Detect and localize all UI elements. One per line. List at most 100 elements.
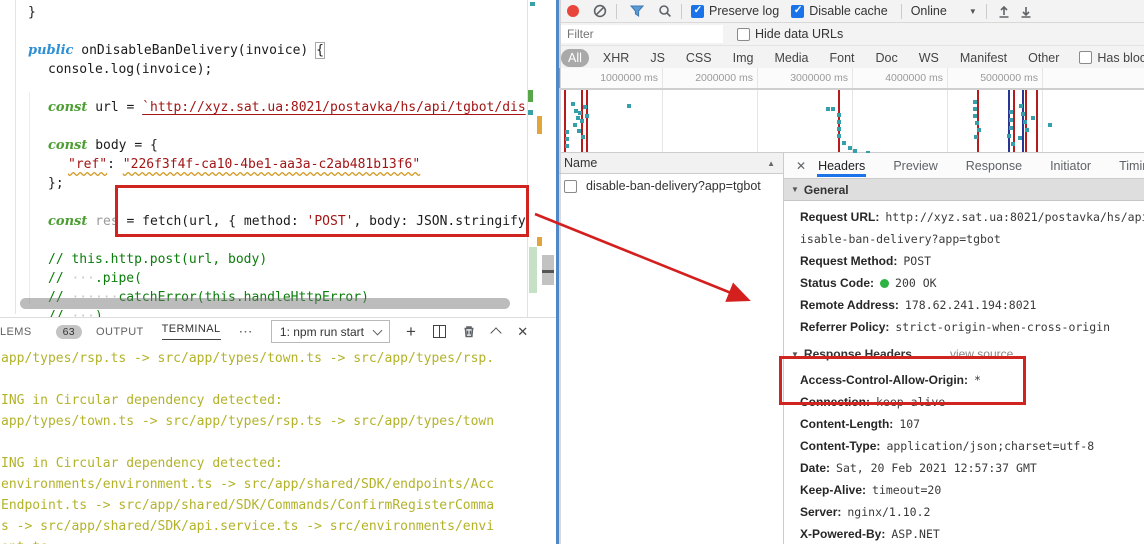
throttling-dropdown[interactable]: Online ▼ (911, 4, 977, 18)
timeline-event-line (1036, 90, 1038, 152)
tab-initiator[interactable]: Initiator (1049, 155, 1092, 176)
timeline-gridline (757, 90, 758, 152)
code-line: "ref": "226f3f4f-ca10-4be1-aa3a-c2ab481b… (68, 157, 421, 172)
close-panel-icon[interactable]: ✕ (517, 324, 528, 340)
header-kv-row: Server: nginx/1.10.2 (800, 501, 1144, 523)
disable-cache-checkbox[interactable] (791, 4, 805, 18)
timeline-request-dot (1009, 110, 1013, 114)
header-value: keep-alive (876, 395, 946, 409)
maximize-panel-icon[interactable] (490, 326, 502, 339)
terminal-selector-dropdown[interactable]: 1: npm run start (270, 320, 390, 343)
name-column-header[interactable]: Name ▲ (556, 153, 783, 174)
split-terminal-icon[interactable] (433, 325, 447, 338)
timeline-request-dot (837, 127, 841, 131)
timeline-tick-label: 2000000 ms (695, 72, 753, 84)
search-icon[interactable] (658, 4, 672, 18)
header-kv-row: Request Method: POST (800, 250, 1144, 272)
header-value: timeout=20 (872, 483, 942, 497)
network-filter-row: Hide data URLs (561, 23, 1144, 45)
header-kv-row: Keep-Alive: timeout=20 (800, 479, 1144, 501)
timeline-request-dot (977, 128, 981, 132)
filter-pill-media[interactable]: Media (767, 49, 815, 67)
terminal-line: s -> src/app/shared/SDK/api.service.ts -… (1, 519, 495, 534)
header-key: Status Code: (800, 276, 875, 290)
filter-funnel-icon[interactable] (630, 5, 644, 17)
view-source-link[interactable]: view source (950, 347, 1013, 361)
code-line: public onDisableBanDelivery(invoice) { (28, 42, 325, 59)
header-key: Content-Type: (800, 439, 881, 453)
window-edge-shadow (559, 0, 561, 544)
filter-pill-img[interactable]: Img (726, 49, 761, 67)
timeline-request-dot (1048, 123, 1052, 127)
hide-data-urls-label: Hide data URLs (755, 27, 844, 41)
terminal-output[interactable]: app/types/rsp.ts -> src/app/types/town.t… (1, 348, 494, 544)
filter-pill-manifest[interactable]: Manifest (953, 49, 1014, 67)
filter-pill-doc[interactable]: Doc (869, 49, 905, 67)
tab-problems[interactable]: LEMS (0, 326, 32, 338)
has-blocked-cookies-checkbox[interactable] (1079, 51, 1093, 64)
header-key: Content-Length: (800, 417, 894, 431)
tab-response[interactable]: Response (965, 155, 1023, 176)
code-area[interactable]: } public onDisableBanDelivery(invoice) {c… (0, 0, 528, 317)
disable-cache-label: Disable cache (809, 4, 888, 18)
ruler-mark (537, 116, 542, 134)
panel-tab-bar: LEMS 63 OUTPUT TERMINAL ⋯ 1: npm run sta… (0, 318, 556, 345)
overview-ruler[interactable] (527, 0, 556, 317)
timeline-request-dot (565, 137, 569, 141)
response-headers-section-header[interactable]: ▼ Response Headers view source (784, 347, 1144, 361)
filter-pill-font[interactable]: Font (823, 49, 862, 67)
header-kv-row: isable-ban-delivery?app=tgbot (800, 228, 1144, 250)
record-icon[interactable] (567, 5, 579, 17)
filter-pill-all[interactable]: All (561, 48, 589, 67)
header-key: Keep-Alive: (800, 483, 867, 497)
horizontal-scrollbar[interactable] (20, 298, 510, 309)
tab-timing[interactable]: Timing (1118, 155, 1144, 176)
import-har-icon[interactable] (998, 5, 1010, 18)
timeline-gridline (947, 90, 948, 152)
timeline-request-dot (974, 135, 978, 139)
status-green-dot (880, 279, 890, 288)
timeline-request-dot (583, 105, 587, 109)
preserve-log-checkbox[interactable] (691, 4, 704, 18)
request-row[interactable]: disable-ban-delivery?app=tgbot (556, 174, 783, 198)
header-kv-row: Access-Control-Allow-Origin: * (800, 369, 1144, 391)
filter-pill-ws[interactable]: WS (912, 49, 946, 67)
close-detail-icon[interactable]: ✕ (796, 159, 806, 173)
header-value: http://xyz.sat.ua:8021/postavka/hs/api/t… (885, 210, 1144, 224)
tab-output[interactable]: OUTPUT (96, 326, 144, 338)
tab-preview[interactable]: Preview (892, 155, 938, 176)
timeline-request-dot (837, 113, 841, 117)
request-row-checkbox[interactable] (564, 179, 577, 193)
timeline-overview[interactable] (561, 90, 1144, 155)
hide-data-urls-checkbox[interactable] (737, 27, 750, 41)
detail-tab-bar: ✕ Headers Preview Response Initiator Timing (784, 153, 1144, 179)
timeline-request-dot (1009, 118, 1013, 122)
terminal-line: ING in Circular dependency detected: (1, 393, 283, 408)
code-line: } (28, 5, 36, 20)
more-actions-icon[interactable]: ⋯ (239, 323, 253, 340)
header-key: Remote Address: (800, 298, 899, 312)
general-section-header[interactable]: ▼ General (784, 179, 1144, 201)
ruler-mark (530, 2, 535, 6)
filter-input[interactable] (561, 25, 723, 43)
timeline-request-dot (1021, 112, 1025, 116)
timeline-request-dot (581, 135, 585, 139)
timeline-request-dot (573, 123, 577, 127)
timeline-request-dot (826, 107, 830, 111)
filter-pill-css[interactable]: CSS (679, 49, 719, 67)
filter-pill-other[interactable]: Other (1021, 49, 1066, 67)
kill-terminal-icon[interactable] (463, 325, 475, 338)
filter-pill-xhr[interactable]: XHR (596, 49, 636, 67)
tab-terminal[interactable]: TERMINAL (161, 323, 221, 340)
timeline-request-dot (1023, 120, 1027, 124)
tab-headers[interactable]: Headers (817, 155, 867, 177)
filter-pill-js[interactable]: JS (643, 49, 672, 67)
export-har-icon[interactable] (1020, 5, 1032, 18)
timeline-tick-label: 3000000 ms (790, 72, 848, 84)
clear-icon[interactable] (593, 4, 607, 18)
terminal-line: ent.ts (1, 537, 494, 544)
timeline-request-dot (1009, 126, 1013, 130)
new-terminal-icon[interactable]: + (406, 323, 416, 340)
